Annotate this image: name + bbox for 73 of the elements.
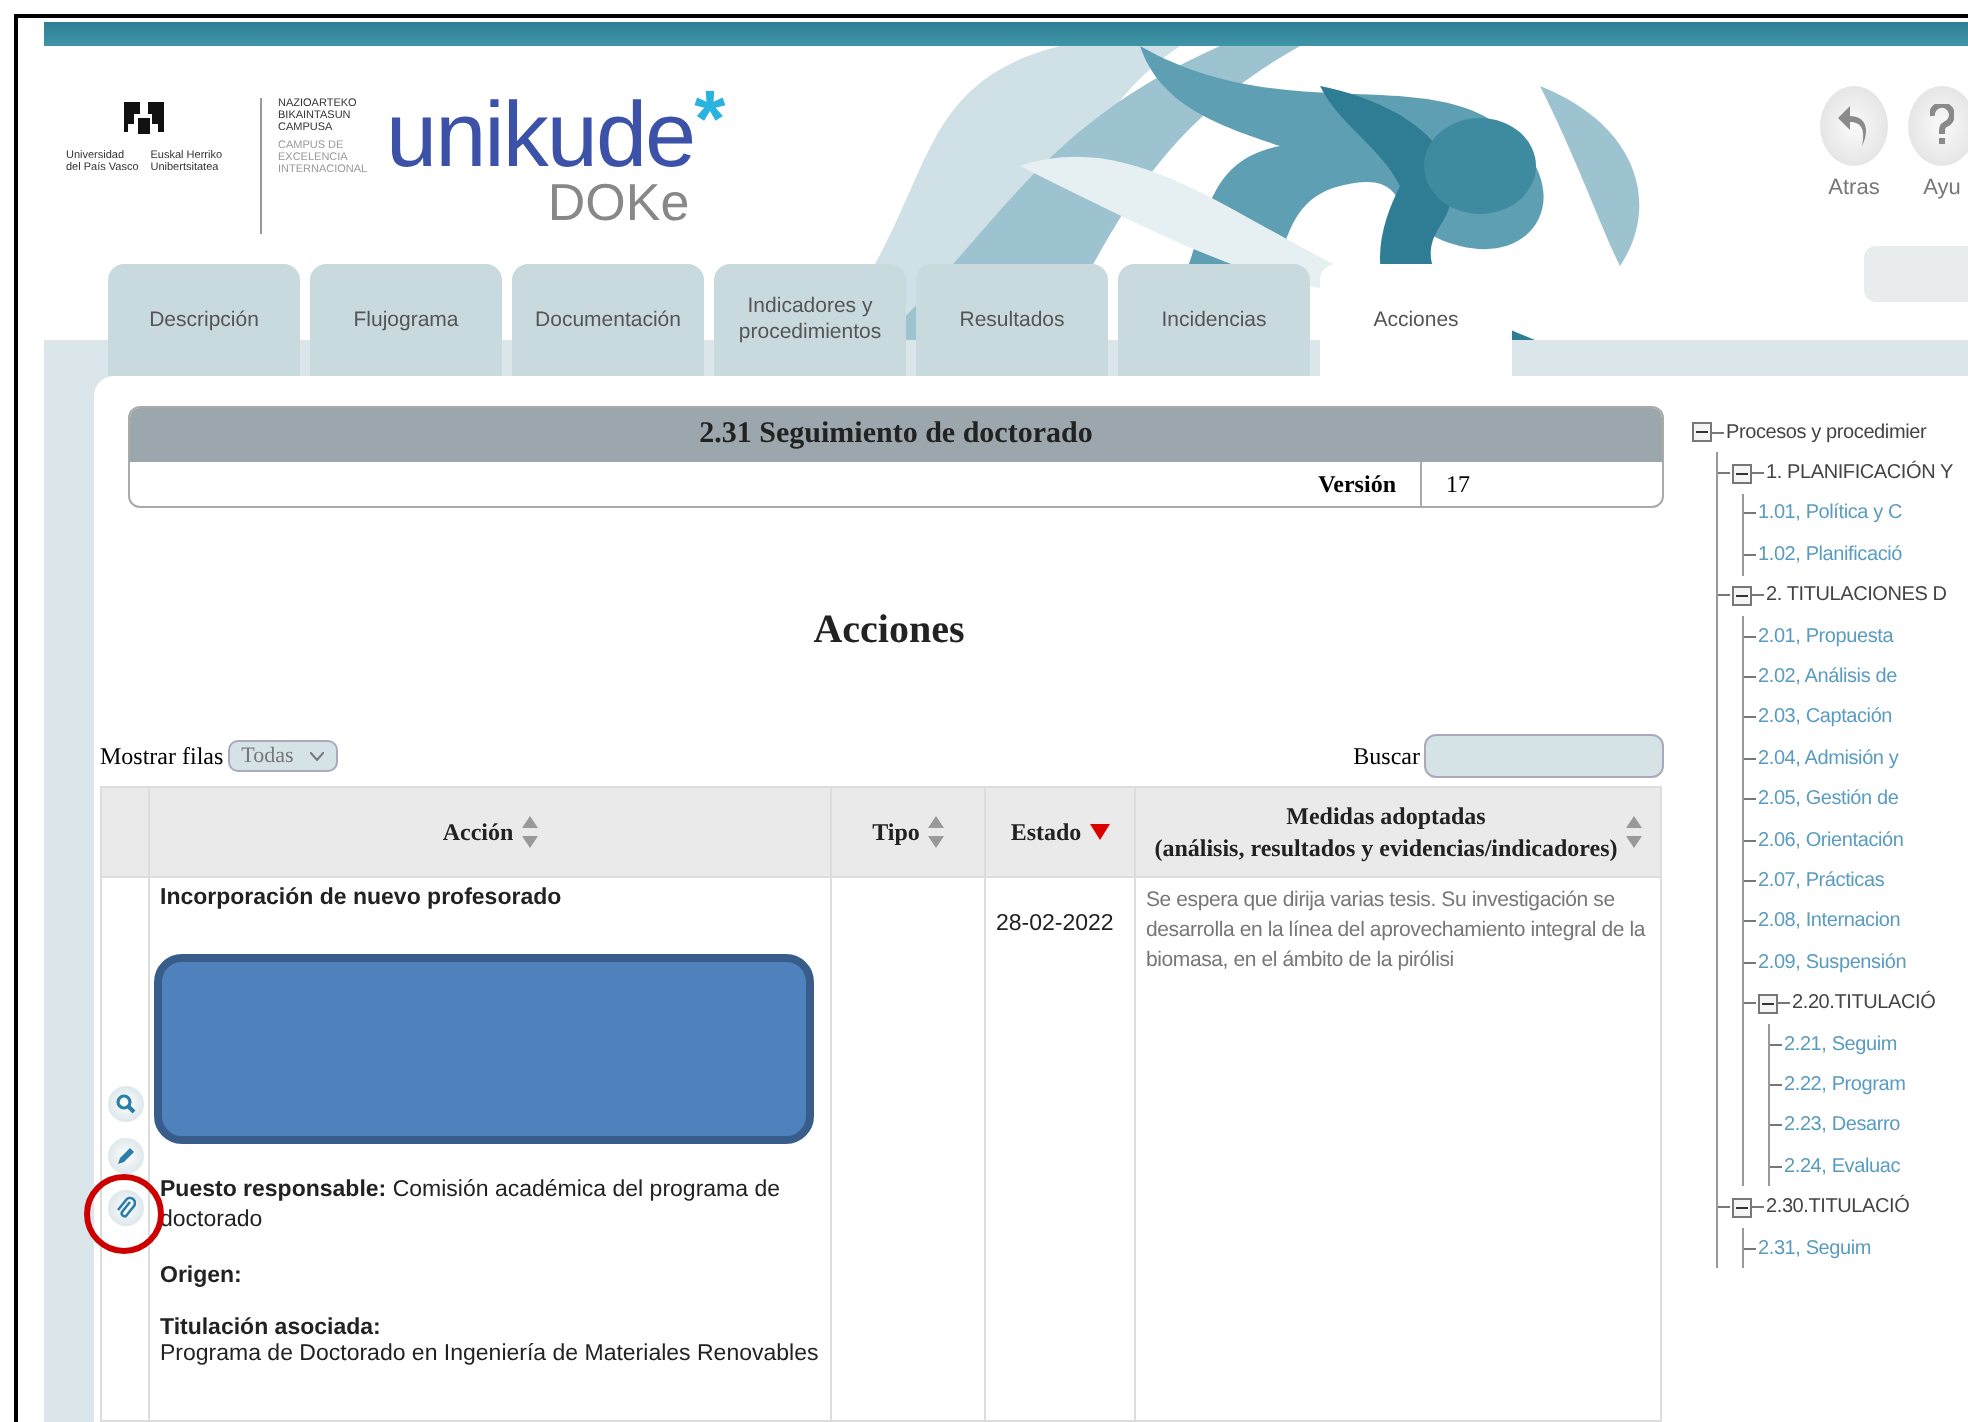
tree-item[interactable]: 2.31, Seguim (1758, 1237, 1872, 1260)
version-value: 17 (1444, 469, 1472, 500)
status-date: 28-02-2022 (996, 910, 1116, 941)
tree-item[interactable]: 2.05, Gestión de (1758, 788, 1899, 811)
tree-item[interactable]: 2.07, Prácticas (1758, 870, 1885, 892)
tree-item[interactable]: 1.01, Política y C (1758, 502, 1902, 525)
tab[interactable]: Documentación (512, 264, 704, 377)
responsible-text: Puesto responsable: Comisión académica del programa de doctorado (160, 1176, 783, 1237)
tree-item[interactable]: 2.04, Admisión y (1758, 747, 1899, 770)
tab[interactable]: Incidencias (1118, 264, 1310, 377)
collapse-toggle[interactable] (1732, 1197, 1752, 1218)
sort-icon[interactable] (521, 816, 538, 849)
rows-select[interactable]: Todas (227, 740, 338, 773)
sort-descending-icon[interactable] (1089, 824, 1110, 841)
tab[interactable]: Indicadores y procedimientos (714, 264, 906, 377)
degree-text: Programa de Doctorado en Ingeniería de Materiales Renovables (160, 1340, 820, 1371)
help-icon (1930, 103, 1954, 148)
minus-icon (1736, 471, 1748, 476)
origin-label: Origen: (160, 1264, 244, 1289)
tab[interactable]: Flujograma (310, 264, 502, 377)
version-label: Versión (1294, 462, 1422, 507)
tree-item[interactable]: 2.09, Suspensión (1758, 951, 1907, 974)
collapse-toggle[interactable] (1732, 463, 1752, 484)
collapse-toggle[interactable] (1758, 993, 1778, 1014)
tree-folder[interactable]: 1. PLANIFICACIÓN Y (1766, 462, 1953, 485)
minus-icon (1762, 1001, 1774, 1006)
show-rows-label: Mostrar filas (100, 741, 224, 772)
minus-icon (1696, 430, 1708, 435)
column-header[interactable]: Acción (149, 787, 831, 878)
brand-logo: unikude (386, 89, 695, 178)
paperclip-icon (115, 1196, 135, 1221)
minus-icon (1736, 593, 1748, 598)
tab[interactable]: Acciones (1320, 264, 1512, 377)
degree-label: Titulación asociada: (160, 1316, 383, 1341)
undo-arrow-icon (1838, 105, 1870, 146)
tree-folder[interactable]: Procesos y procedimier (1726, 421, 1927, 444)
search-label: Buscar (1353, 741, 1420, 772)
collapse-toggle[interactable] (1692, 422, 1712, 443)
brand-subtitle: DOKe (547, 177, 690, 226)
tree-item[interactable]: 2.08, Internacion (1758, 910, 1901, 933)
chevron-down-icon (309, 751, 324, 762)
view-button[interactable] (107, 1086, 143, 1123)
tree-item[interactable]: 2.23, Desarro (1784, 1114, 1900, 1137)
tree-item[interactable]: 2.01, Propuesta (1758, 625, 1894, 648)
tab[interactable]: Resultados (916, 264, 1108, 377)
tree-item[interactable]: 2.06, Orientación (1758, 829, 1904, 852)
attach-button[interactable] (107, 1190, 143, 1227)
measures-text: Se espera que dirija varias tesis. Su investigación se desarrolla en la línea del aprovechamiento integral de la biomasa, en el ámbito de la pirólisi (1146, 886, 1648, 977)
column-header[interactable]: Tipo (831, 787, 985, 878)
tree-item[interactable]: 1.02, Planificació (1758, 543, 1903, 566)
sort-icon[interactable] (1625, 816, 1642, 849)
action-title: Incorporación de nuevo profesorado (160, 886, 564, 911)
tree-item[interactable]: 2.02, Análisis de (1758, 666, 1897, 689)
pencil-icon (115, 1146, 135, 1167)
tree-folder[interactable]: 2.30.TITULACIÓ (1766, 1196, 1910, 1219)
tree-item[interactable]: 2.24, Evaluac (1784, 1155, 1900, 1178)
tree-folder[interactable]: 2.20.TITULACIÓ (1792, 992, 1936, 1015)
search-field[interactable] (1424, 734, 1664, 779)
tree-item[interactable]: 2.21, Seguim (1784, 1033, 1898, 1056)
collapse-toggle[interactable] (1732, 585, 1752, 606)
process-title: 2.31 Seguimiento de doctorado (130, 408, 1662, 463)
minus-icon (1736, 1205, 1748, 1210)
tree-item[interactable]: 2.22, Program (1784, 1073, 1906, 1096)
section-heading: Acciones (811, 608, 967, 655)
column-header[interactable]: Medidas adoptadas (análisis, resultados y evidencias/indicadores) (1135, 787, 1661, 878)
sort-icon[interactable] (927, 816, 944, 849)
tab[interactable]: Descripción (108, 264, 300, 377)
search-icon (115, 1094, 135, 1115)
tree-item[interactable]: 2.03, Captación (1758, 706, 1893, 729)
tree-folder[interactable]: 2. TITULACIONES D (1766, 584, 1947, 607)
brand-asterisk: * (694, 89, 726, 150)
column-header[interactable]: Estado (985, 787, 1135, 878)
edit-button[interactable] (107, 1138, 143, 1175)
